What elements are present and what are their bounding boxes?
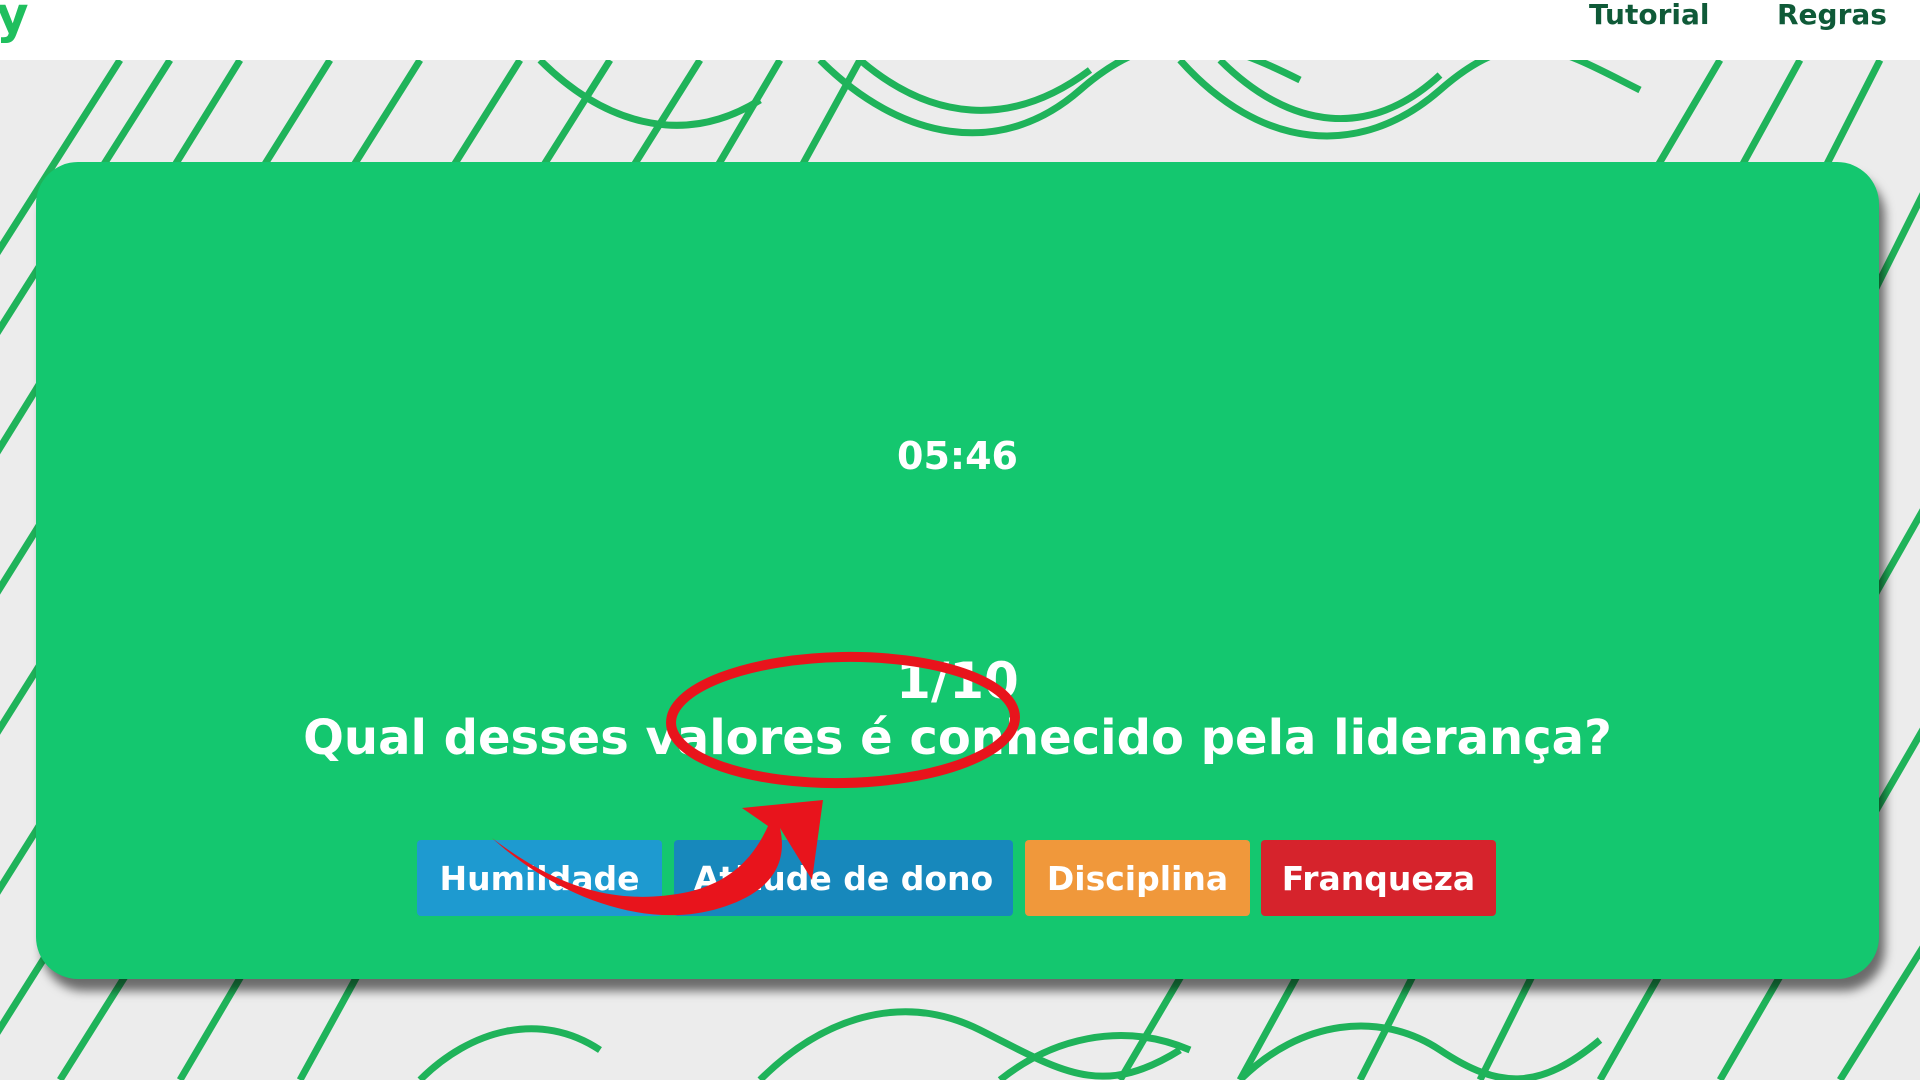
brand-logo[interactable]: y <box>0 0 29 44</box>
top-navigation-bar: y Tutorial Regras <box>0 0 1920 60</box>
answer-option-humildade[interactable]: Humildade <box>417 840 662 916</box>
nav-link-tutorial[interactable]: Tutorial <box>1589 0 1709 30</box>
question-text: Qual desses valores é conhecido pela lid… <box>303 710 1612 766</box>
answer-option-disciplina[interactable]: Disciplina <box>1025 840 1250 916</box>
nav-link-regras[interactable]: Regras <box>1777 0 1887 30</box>
question-progress: 1/10 <box>896 652 1019 710</box>
quiz-card: 05:46 1/10 Qual desses valores é conheci… <box>36 162 1879 979</box>
answer-options: Humildade Atitude de dono Disciplina Fra… <box>36 840 1879 918</box>
answer-option-franqueza[interactable]: Franqueza <box>1261 840 1496 916</box>
answer-option-atitude-de-dono[interactable]: Atitude de dono <box>674 840 1013 916</box>
countdown-timer: 05:46 <box>897 434 1018 478</box>
